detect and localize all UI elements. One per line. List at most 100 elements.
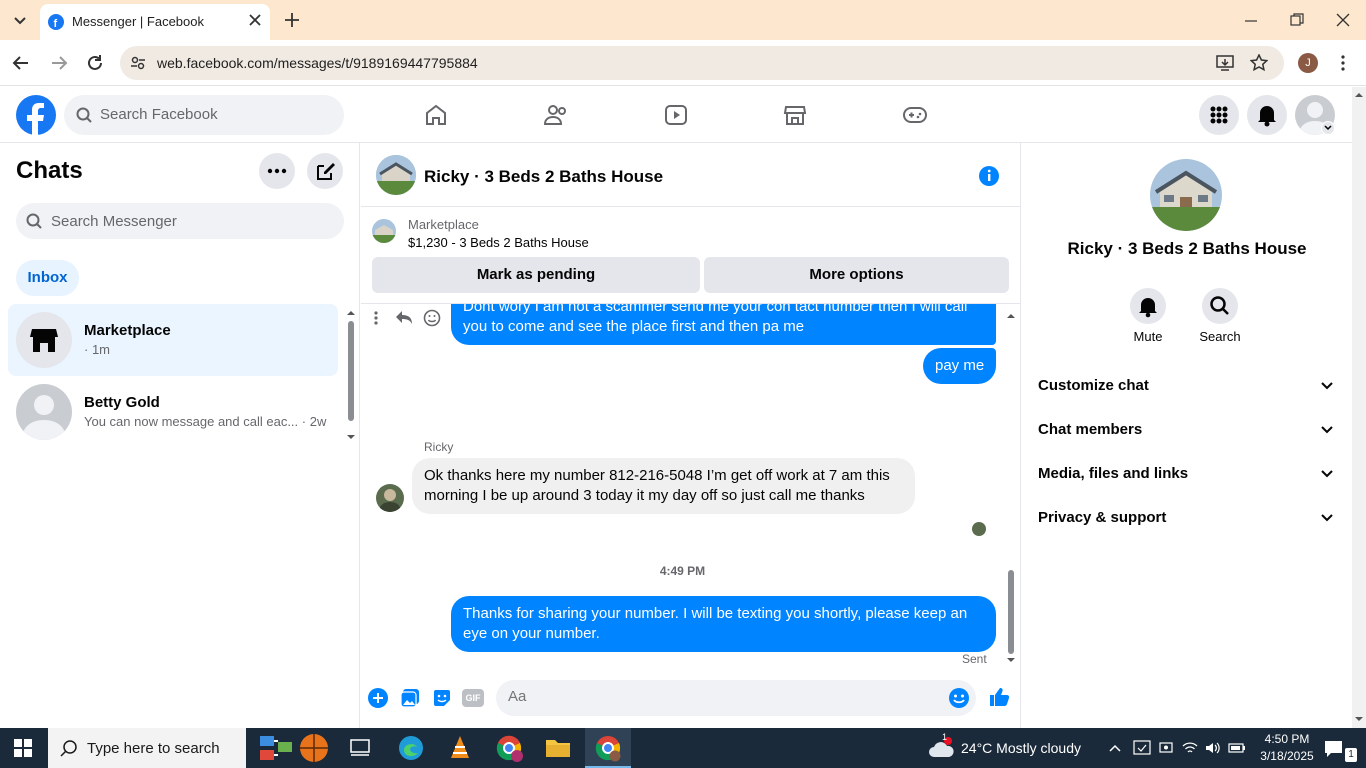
facebook-search-placeholder: Search Facebook bbox=[100, 106, 218, 123]
customize-chat-section[interactable]: Customize chat bbox=[1038, 377, 1338, 394]
chats-scrollbar[interactable] bbox=[346, 309, 356, 441]
mute-bell-icon[interactable] bbox=[1130, 288, 1166, 324]
taskbar-search-input[interactable]: Type here to search bbox=[48, 728, 246, 768]
browser-profile-avatar[interactable]: J bbox=[1298, 53, 1318, 73]
marketplace-label: Marketplace bbox=[408, 217, 479, 232]
forward-icon[interactable] bbox=[50, 54, 68, 72]
conversation-preview: You can now message and call eac... · 2w bbox=[84, 414, 327, 429]
message-outgoing[interactable]: pay me bbox=[923, 348, 997, 384]
friends-icon[interactable] bbox=[543, 103, 569, 127]
file-explorer-icon[interactable] bbox=[545, 736, 571, 758]
browser-toolbar: web.facebook.com/messages/t/918916944779… bbox=[0, 40, 1366, 86]
more-options-icon[interactable] bbox=[259, 153, 295, 189]
message-composer[interactable] bbox=[496, 680, 976, 716]
notifications-bell-icon[interactable] bbox=[1247, 95, 1287, 135]
conversation-marketplace[interactable]: Marketplace · 1m bbox=[8, 304, 338, 376]
privacy-support-section[interactable]: Privacy & support bbox=[1038, 509, 1338, 526]
install-app-icon[interactable] bbox=[1216, 54, 1234, 72]
bookmark-star-icon[interactable] bbox=[1250, 54, 1268, 72]
wifi-icon[interactable] bbox=[1182, 740, 1198, 756]
notification-center-icon[interactable] bbox=[1324, 739, 1344, 759]
message-outgoing[interactable]: Dont wory I am not a scammer send me you… bbox=[451, 304, 996, 345]
messages-scrollbar[interactable] bbox=[1005, 306, 1017, 668]
chrome-active-icon[interactable] bbox=[585, 728, 631, 768]
sticker-icon[interactable] bbox=[432, 688, 452, 708]
facebook-logo-icon[interactable] bbox=[16, 95, 56, 135]
section-label: Privacy & support bbox=[1038, 509, 1167, 526]
marketplace-icon[interactable] bbox=[783, 103, 807, 127]
chevron-down-icon bbox=[1320, 511, 1334, 525]
site-info-icon[interactable] bbox=[130, 55, 146, 71]
minimize-icon[interactable] bbox=[1244, 14, 1258, 28]
section-label: Customize chat bbox=[1038, 377, 1149, 394]
listing-title[interactable]: $1,230 - 3 Beds 2 Baths House bbox=[408, 235, 589, 250]
clock-date[interactable]: 3/18/2025 bbox=[1256, 749, 1318, 763]
browser-tab[interactable]: f Messenger | Facebook bbox=[40, 4, 270, 40]
address-bar[interactable]: web.facebook.com/messages/t/918916944779… bbox=[120, 46, 1284, 80]
battery-icon[interactable] bbox=[1228, 741, 1246, 755]
page-scrollbar[interactable] bbox=[1352, 87, 1366, 728]
close-tab-icon[interactable] bbox=[248, 13, 262, 27]
browser-tab-bar: f Messenger | Facebook bbox=[0, 0, 1366, 40]
reply-icon[interactable] bbox=[395, 309, 413, 325]
chat-title[interactable]: Ricky · 3 Beds 2 Baths House bbox=[424, 167, 663, 187]
message-outgoing[interactable]: Thanks for sharing your number. I will b… bbox=[451, 596, 996, 652]
react-emoji-icon[interactable] bbox=[423, 309, 441, 327]
chrome-profile-icon[interactable] bbox=[496, 735, 524, 763]
search-in-chat-icon[interactable] bbox=[1202, 288, 1238, 324]
like-thumb-icon[interactable] bbox=[988, 686, 1010, 708]
message-input[interactable] bbox=[508, 688, 928, 705]
messenger-search-input[interactable]: Search Messenger bbox=[16, 203, 344, 239]
new-tab-icon[interactable] bbox=[284, 12, 300, 28]
new-message-icon[interactable] bbox=[307, 153, 343, 189]
sender-avatar[interactable] bbox=[376, 484, 404, 512]
task-view-icon[interactable] bbox=[350, 739, 370, 757]
search-icon bbox=[60, 739, 78, 757]
edge-browser-icon[interactable] bbox=[398, 735, 424, 761]
chats-title: Chats bbox=[16, 157, 83, 184]
listing-thumbnail bbox=[372, 219, 396, 243]
listing-profile-photo[interactable] bbox=[1150, 159, 1222, 231]
search-icon bbox=[26, 213, 42, 229]
widgets-icon[interactable] bbox=[258, 732, 330, 764]
facebook-search-input[interactable]: Search Facebook bbox=[64, 95, 344, 135]
account-chevron-icon[interactable] bbox=[1321, 121, 1335, 135]
seen-avatar bbox=[972, 522, 986, 536]
gaming-icon[interactable] bbox=[902, 103, 928, 127]
weather-text[interactable]: 24°C Mostly cloudy bbox=[961, 740, 1081, 756]
media-files-links-section[interactable]: Media, files and links bbox=[1038, 465, 1338, 482]
emoji-icon[interactable] bbox=[948, 687, 970, 709]
chat-members-section[interactable]: Chat members bbox=[1038, 421, 1338, 438]
back-icon[interactable] bbox=[12, 54, 30, 72]
browser-menu-icon[interactable] bbox=[1340, 54, 1346, 72]
clock-time[interactable]: 4:50 PM bbox=[1256, 732, 1318, 746]
search-icon bbox=[76, 107, 92, 123]
restore-icon[interactable] bbox=[1290, 13, 1304, 27]
mark-as-pending-button[interactable]: Mark as pending bbox=[372, 257, 700, 293]
conversation-betty-gold[interactable]: Betty Gold You can now message and call … bbox=[8, 376, 338, 448]
more-options-button[interactable]: More options bbox=[704, 257, 1009, 293]
listing-avatar[interactable] bbox=[376, 155, 416, 195]
video-icon[interactable] bbox=[664, 103, 688, 127]
home-icon[interactable] bbox=[424, 103, 448, 127]
chevron-down-icon bbox=[1320, 467, 1334, 481]
volume-icon[interactable] bbox=[1204, 740, 1220, 756]
tab-list-icon[interactable] bbox=[10, 10, 30, 30]
mute-label: Mute bbox=[1133, 329, 1163, 344]
svg-text:f: f bbox=[54, 18, 58, 30]
chevron-up-icon[interactable] bbox=[1108, 742, 1122, 754]
message-incoming[interactable]: Ok thanks here my number 812-216-5048 I’… bbox=[412, 458, 915, 514]
add-attachment-icon[interactable] bbox=[368, 688, 388, 708]
photo-icon[interactable] bbox=[400, 688, 420, 708]
close-window-icon[interactable] bbox=[1336, 13, 1350, 27]
vlc-icon[interactable] bbox=[448, 735, 472, 761]
windows-start-icon[interactable] bbox=[14, 739, 32, 757]
message-more-icon[interactable] bbox=[369, 310, 383, 326]
inbox-tab[interactable]: Inbox bbox=[16, 260, 79, 296]
info-icon[interactable] bbox=[978, 165, 1000, 187]
screen-capture-icon[interactable] bbox=[1133, 740, 1151, 756]
menu-grid-icon[interactable] bbox=[1199, 95, 1239, 135]
webcam-icon[interactable] bbox=[1158, 740, 1174, 756]
reload-icon[interactable] bbox=[86, 54, 104, 72]
gif-button[interactable]: GIF bbox=[462, 689, 484, 707]
